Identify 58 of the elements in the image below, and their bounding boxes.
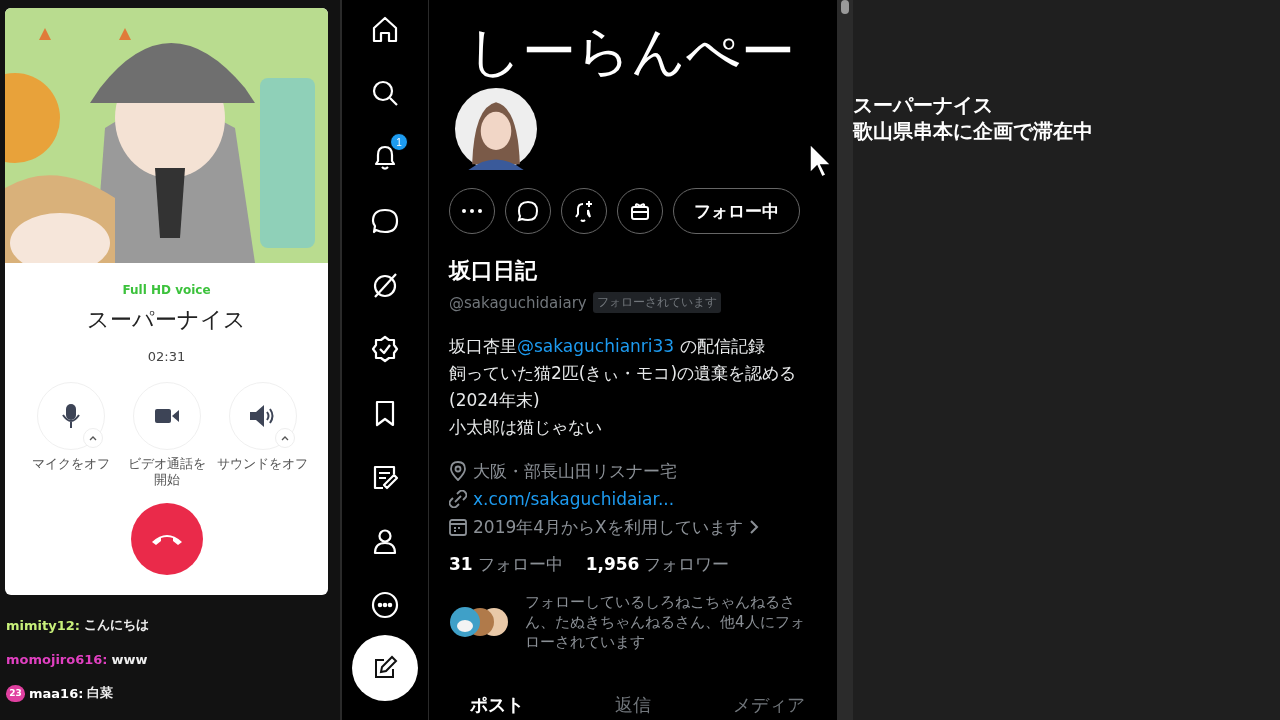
pen-icon — [372, 655, 398, 681]
more-button[interactable] — [449, 188, 495, 234]
followers-count[interactable]: 1,956 — [585, 554, 640, 574]
more-icon — [370, 589, 400, 620]
microphone-icon — [61, 403, 80, 429]
call-quality-label: Full HD voice — [122, 283, 211, 297]
chat-username: mimity12: — [6, 617, 80, 633]
caret-icon — [280, 435, 289, 441]
following-count[interactable]: 31 — [449, 554, 473, 574]
display-name: 坂口日記 — [449, 257, 538, 285]
bio-line: 飼っていた猫2匹(きぃ・モコ)の遺棄を認める(2024年末) — [449, 362, 798, 412]
control-label: サウンドをオフ — [216, 456, 309, 473]
gift-icon — [629, 200, 651, 222]
chat-username: momojiro616: — [6, 651, 108, 667]
follows-you-tag: フォローされています — [592, 292, 721, 313]
chat-message: www — [111, 651, 148, 667]
speaker-icon — [249, 405, 276, 427]
notification-badge: 1 — [390, 133, 408, 151]
video-camera-icon — [154, 408, 179, 424]
notify-button[interactable] — [561, 188, 607, 234]
profile-tab[interactable]: メディア — [701, 690, 837, 720]
control-label: マイクをオフ — [30, 456, 111, 473]
bio-line: 坂口杏里@sakaguchianri33 の配信記録 — [449, 335, 766, 358]
website-link[interactable]: x.com/sakaguchidaiar... — [473, 489, 675, 509]
joined-date: 2019年4月からXを利用しています — [473, 515, 743, 539]
caret-icon — [88, 435, 97, 441]
following-label: フォロー中 — [477, 553, 563, 576]
profile-tab[interactable]: ポスト — [429, 690, 565, 720]
chat-bubble-icon — [517, 200, 539, 222]
mention-link[interactable]: @sakaguchianri33 — [517, 336, 675, 356]
call-timer: 02:31 — [147, 349, 186, 364]
link-icon — [449, 490, 467, 508]
location-pin-icon — [449, 461, 467, 481]
gift-button[interactable] — [617, 188, 663, 234]
bell-plus-icon — [573, 200, 595, 222]
location-text: 大阪・部長山田リスナー宅 — [473, 459, 677, 483]
level-badge: 23 — [6, 684, 25, 702]
chat-message: 白菜 — [87, 684, 114, 702]
user-handle: @sakaguchidaiary — [449, 293, 587, 312]
header-title: しーらんぺー — [467, 19, 796, 85]
chevron-right-icon — [748, 519, 759, 535]
followers-label: フォロワー — [644, 553, 730, 576]
profile-tab[interactable]: 返信 — [565, 690, 701, 720]
followed-by-text: フォローしているしろねこちゃんねるさん、たぬきちゃんねるさん、他4人にフォローされています — [525, 592, 806, 652]
bio-line: 小太郎は猫じゃない — [449, 416, 603, 439]
overlay-caption: 歌山県串本に企画で滞在中 — [853, 118, 1094, 144]
overlay-caption: スーパーナイス — [853, 92, 994, 118]
calendar-icon — [449, 518, 467, 536]
chat-username: maa16: — [29, 685, 84, 701]
caller-name: スーパーナイス — [87, 306, 246, 334]
check-badge-icon — [370, 333, 400, 364]
more-icon — [462, 209, 482, 213]
message-button[interactable] — [505, 188, 551, 234]
follower-avatars — [449, 607, 511, 637]
following-button[interactable]: フォロー中 — [673, 188, 800, 234]
chat-message: こんにちは — [84, 616, 149, 634]
control-label: ビデオ通話を開始 — [126, 456, 207, 489]
scrollbar-thumb[interactable] — [841, 0, 849, 14]
